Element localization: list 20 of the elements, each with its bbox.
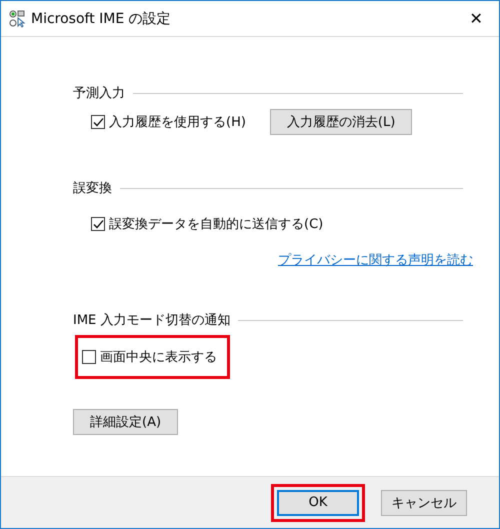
privacy-link[interactable]: プライバシーに関する声明を読む xyxy=(278,251,473,269)
close-button[interactable]: ✕ xyxy=(453,2,499,36)
section-heading: 誤変換 xyxy=(73,180,112,197)
checkbox[interactable] xyxy=(91,217,105,231)
app-icon xyxy=(9,10,25,28)
checkbox-option[interactable]: 入力履歴を使用する(H) xyxy=(91,113,246,131)
window-title: Microsoft IME の設定 xyxy=(31,10,172,28)
checkbox-label: 画面中央に表示する xyxy=(100,349,217,366)
checkbox[interactable] xyxy=(91,115,105,129)
ok-button[interactable]: OK xyxy=(277,490,359,516)
advanced-settings-button[interactable]: 詳細設定(A) xyxy=(73,409,178,435)
section-heading: IME 入力モード切替の通知 xyxy=(73,312,230,329)
cancel-button[interactable]: キャンセル xyxy=(381,490,467,516)
section-heading: 予測入力 xyxy=(73,85,125,102)
checkbox-label: 入力履歴を使用する(H) xyxy=(109,114,246,131)
check-icon xyxy=(92,218,104,230)
clear-history-button[interactable]: 入力履歴の消去(L) xyxy=(270,109,412,135)
highlighted-checkbox-option[interactable]: 画面中央に表示する xyxy=(75,335,230,379)
checkbox[interactable] xyxy=(82,350,96,364)
check-icon xyxy=(92,116,104,128)
